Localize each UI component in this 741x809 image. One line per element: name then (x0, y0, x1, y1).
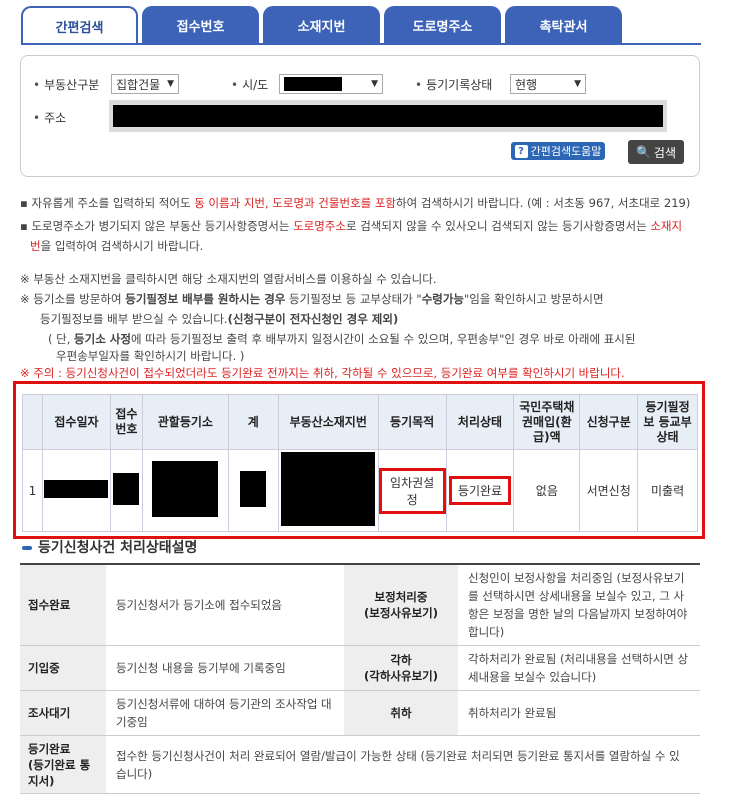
tab-lot-number[interactable]: 소재지번 (263, 6, 380, 44)
address-field-frame (109, 100, 667, 132)
sido-select[interactable]: ▼ (279, 74, 383, 94)
redacted-block (281, 452, 376, 526)
note-warning: ※ 주의 : 등기신청사건이 접수되었더라도 등기완료 전까지는 취하, 각하될… (20, 366, 625, 380)
purpose-cell: 임차권설정 (377, 449, 447, 532)
desc-header: 접수완료 (20, 564, 106, 646)
total-cell (227, 449, 279, 532)
search-tabs: 간편검색 접수번호 소재지번 도로명주소 촉탁관서 (21, 6, 626, 45)
tab-receipt-number[interactable]: 접수번호 (142, 6, 259, 44)
result-highlight: 접수일자 접수번호 관할등기소 계 부동산소재지번 등기목적 처리상태 국민주택… (13, 381, 705, 539)
desc-header-link[interactable]: 각하 (각하사유보기) (344, 645, 458, 691)
note-road-address: ▪ 도로명주소가 병기되지 않은 부동산 등기사항증명서는 도로명주소로 검색되… (20, 219, 683, 253)
desc-header: 조사대기 (20, 690, 106, 736)
header-property-lot: 부동산소재지번 (277, 394, 379, 450)
desc-header-link[interactable]: 보정처리중 (보정사유보기) (344, 564, 458, 646)
tab-underline (21, 43, 701, 45)
property-lot-cell[interactable] (277, 449, 379, 532)
desc-cell: 접수한 등기신청사건이 처리 완료되어 열람/발급이 가능한 상태 (등기완료 … (106, 735, 700, 794)
redacted-block (152, 461, 219, 517)
bond-cell: 없음 (513, 449, 581, 532)
tab-commission-office[interactable]: 촉탁관서 (505, 6, 622, 44)
section-title: 등기신청사건 처리상태설명 (22, 537, 197, 557)
table-row: 접수완료 등기신청서가 등기소에 접수되었음 보정처리중 (보정사유보기) 신청… (20, 564, 700, 646)
note-lot-click: ※ 부동산 소재지번을 클릭하시면 해당 소재지번의 열람서비스를 이용하실 수… (20, 272, 437, 286)
result-table: 접수일자 접수번호 관할등기소 계 부동산소재지번 등기목적 처리상태 국민주택… (22, 394, 698, 532)
header-apply-type: 신청구분 (579, 394, 639, 450)
redacted-block (44, 480, 109, 498)
delivery-cell: 미출력 (637, 449, 698, 532)
address-label: • 주소 (33, 111, 67, 125)
desc-cell: 등기신청서가 등기소에 접수되었음 (106, 564, 344, 646)
note-visit: ※ 등기소를 방문하여 등기필정보 배부를 원하시는 경우 등기필정보 등 교부… (20, 292, 604, 306)
header-receipt-number: 접수번호 (109, 394, 143, 450)
chevron-down-icon: ▼ (371, 79, 378, 89)
status-cell: 등기완료 (445, 449, 515, 532)
desc-cell: 각하처리가 완료됨 (처리내용을 선택하시면 상세내용을 보실수 있습니다) (458, 645, 700, 691)
redacted-block (284, 77, 342, 91)
registry-office-cell (141, 449, 229, 532)
redacted-block (240, 471, 267, 507)
address-input[interactable] (113, 105, 663, 127)
registry-status-label: • 등기기록상태 (415, 78, 493, 92)
search-button[interactable]: 🔍 검색 (628, 140, 684, 164)
table-row: 1 임차권설정 등기완료 없음 서면신청 미출력 (22, 449, 698, 532)
header-total: 계 (227, 394, 279, 450)
registry-status-select[interactable]: 현행 ▼ (510, 74, 586, 94)
purpose-value: 임차권설정 (378, 467, 446, 514)
redacted-block (113, 473, 140, 505)
table-row: 기입중 등기신청 내용을 등기부에 기록중임 각하 (각하사유보기) 각하처리가… (20, 645, 700, 691)
desc-cell: 취하처리가 완료됨 (458, 690, 700, 736)
row-index: 1 (22, 449, 43, 532)
status-description-table: 접수완료 등기신청서가 등기소에 접수되었음 보정처리중 (보정사유보기) 신청… (20, 563, 700, 794)
receipt-number-cell (109, 449, 143, 532)
desc-cell: 등기신청 내용을 등기부에 기록중임 (106, 645, 344, 691)
desc-header: 등기완료 (등기완료 통지서) (20, 735, 106, 794)
question-icon: ? (514, 144, 528, 158)
chevron-down-icon: ▼ (574, 79, 581, 89)
header-purpose: 등기목적 (377, 394, 447, 450)
help-button[interactable]: ? 간편검색도움말 (511, 142, 605, 160)
header-delivery: 등기필정보 등교부상태 (637, 394, 698, 450)
apply-type-cell: 서면신청 (579, 449, 639, 532)
header-receipt-date: 접수일자 (41, 394, 111, 450)
status-value[interactable]: 등기완료 (448, 476, 512, 505)
search-icon: 🔍 (635, 145, 651, 159)
bullet-bar-icon (22, 546, 32, 550)
header-bond: 국민주택채권매입(환급)액 (513, 394, 581, 450)
table-header-row: 접수일자 접수번호 관할등기소 계 부동산소재지번 등기목적 처리상태 국민주택… (22, 394, 698, 450)
tab-simple-search[interactable]: 간편검색 (21, 6, 138, 45)
receipt-date-cell (41, 449, 111, 532)
desc-cell: 등기신청서류에 대하여 등기관의 조사작업 대기중임 (106, 690, 344, 736)
property-type-select[interactable]: 집합건물 ▼ (111, 74, 179, 94)
chevron-down-icon: ▼ (167, 79, 174, 89)
search-panel: • 부동산구분 집합건물 ▼ • 시/도 ▼ • 등기기록상태 현행 ▼ • 주소 ? 간편검… (20, 55, 700, 177)
header-status: 처리상태 (445, 394, 515, 450)
desc-cell: 신청인이 보정사항을 처리중임 (보정사유보기를 선택하시면 상세내용을 보실수… (458, 564, 700, 646)
note-delivery: 등기필정보를 배부 받으실 수 있습니다.(신청구분이 전자신청인 경우 제외) (40, 312, 399, 326)
tab-road-address[interactable]: 도로명주소 (384, 6, 501, 44)
note-address-input: ▪ 자유롭게 주소를 입력하되 적어도 동 이름과 지번, 도로명과 건물번호를… (20, 196, 691, 210)
table-row: 등기완료 (등기완료 통지서) 접수한 등기신청사건이 처리 완료되어 열람/발… (20, 735, 700, 794)
property-type-label: • 부동산구분 (33, 78, 100, 92)
desc-header: 기입중 (20, 645, 106, 691)
sido-label: • 시/도 (231, 78, 269, 92)
table-row: 조사대기 등기신청서류에 대하여 등기관의 조사작업 대기중임 취하 취하처리가… (20, 690, 700, 736)
desc-header: 취하 (344, 690, 458, 736)
header-registry-office: 관할등기소 (141, 394, 229, 450)
header-index (22, 394, 43, 450)
